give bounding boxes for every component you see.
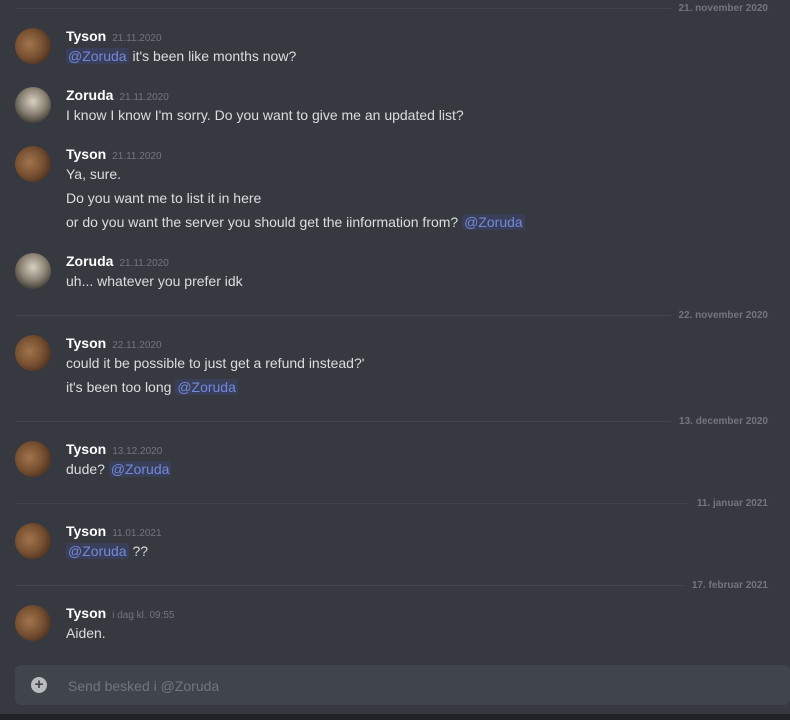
avatar[interactable] <box>15 146 51 182</box>
date-divider: 17. februar 2021 <box>16 579 774 592</box>
date-divider-label: 17. februar 2021 <box>683 579 772 592</box>
message-text: @Zoruda it's been like months now? <box>66 47 296 65</box>
message-timestamp: 21.11.2020 <box>112 151 162 162</box>
date-divider: 11. januar 2021 <box>16 497 774 510</box>
message-text-content: it's been like months now? <box>128 48 297 64</box>
user-mention[interactable]: @Zoruda <box>108 461 172 477</box>
author-name[interactable]: Zoruda <box>66 87 113 103</box>
date-divider-label: 11. januar 2021 <box>688 497 772 510</box>
message-text: it's been too long @Zoruda <box>66 378 238 396</box>
message-text: could it be possible to just get a refun… <box>66 354 364 372</box>
avatar[interactable] <box>15 335 51 371</box>
date-divider-label: 13. december 2020 <box>671 415 772 428</box>
message-text: I know I know I'm sorry. Do you want to … <box>66 106 464 124</box>
avatar[interactable] <box>15 253 51 289</box>
message-text-content: ?? <box>128 543 149 559</box>
message-text-content: I know I know I'm sorry. Do you want to … <box>66 107 464 123</box>
message-timestamp: 11.01.2021 <box>112 528 162 539</box>
message-text-content: it's been too long <box>66 379 176 395</box>
date-divider: 13. december 2020 <box>16 415 774 428</box>
plus-circle-icon[interactable]: + <box>31 677 47 693</box>
message-text-content: dude? <box>66 461 109 477</box>
message-timestamp: 21.11.2020 <box>119 258 169 269</box>
message-timestamp: 21.11.2020 <box>119 92 169 103</box>
message-text-content: Aiden. <box>66 625 106 641</box>
author-name[interactable]: Tyson <box>66 523 106 539</box>
message-text: @Zoruda ?? <box>66 542 148 560</box>
author-name[interactable]: Tyson <box>66 605 106 621</box>
avatar[interactable] <box>15 605 51 641</box>
date-divider-label: 22. november 2020 <box>670 309 772 322</box>
avatar[interactable] <box>15 441 51 477</box>
user-mention[interactable]: @Zoruda <box>66 543 129 559</box>
message-composer: + <box>15 665 790 707</box>
date-divider: 21. november 2020 <box>16 2 774 15</box>
author-name[interactable]: Tyson <box>66 28 106 44</box>
message-text-content: Ya, sure. <box>66 166 121 182</box>
message-header: Zoruda 21.11.2020 <box>66 87 169 105</box>
message-text: uh... whatever you prefer idk <box>66 272 243 290</box>
message-header: Zoruda 21.11.2020 <box>66 253 169 271</box>
message-text-content: could it be possible to just get a refun… <box>66 355 365 371</box>
message-header: Tyson 11.01.2021 <box>66 523 162 541</box>
author-name[interactable]: Zoruda <box>66 253 113 269</box>
message-text-content: uh... whatever you prefer idk <box>66 273 243 289</box>
message-header: Tyson 22.11.2020 <box>66 335 162 353</box>
author-name[interactable]: Tyson <box>66 441 106 457</box>
message-text-content: Do you want me to list it in here <box>66 190 262 206</box>
message-text: or do you want the server you should get… <box>66 213 525 231</box>
message-header: Tyson 21.11.2020 <box>66 146 162 164</box>
user-mention[interactable]: @Zoruda <box>462 214 525 230</box>
avatar[interactable] <box>15 523 51 559</box>
message-text: Do you want me to list it in here <box>66 189 261 207</box>
message-timestamp: 13.12.2020 <box>112 446 163 457</box>
message-timestamp: 22.11.2020 <box>112 340 162 351</box>
user-mention[interactable]: @Zoruda <box>66 48 129 64</box>
author-name[interactable]: Tyson <box>66 146 106 162</box>
user-mention[interactable]: @Zoruda <box>175 379 238 395</box>
message-timestamp: 21.11.2020 <box>112 33 162 44</box>
avatar[interactable] <box>15 87 51 123</box>
message-text: dude? @Zoruda <box>66 460 172 478</box>
date-divider: 22. november 2020 <box>16 309 774 322</box>
avatar[interactable] <box>15 28 51 64</box>
message-header: Tyson 21.11.2020 <box>66 28 162 46</box>
message-input[interactable] <box>66 665 770 707</box>
message-text: Aiden. <box>66 624 106 642</box>
bottom-bar <box>0 714 790 720</box>
message-text-content: or do you want the server you should get… <box>66 214 463 230</box>
message-timestamp: i dag kl. 09:55 <box>112 610 175 621</box>
date-divider-label: 21. november 2020 <box>670 2 772 15</box>
message-header: Tyson 13.12.2020 <box>66 441 162 459</box>
message-text: Ya, sure. <box>66 165 121 183</box>
author-name[interactable]: Tyson <box>66 335 106 351</box>
message-header: Tyson i dag kl. 09:55 <box>66 605 174 623</box>
message-list[interactable]: 21. november 2020 Tyson 21.11.2020 @Zorud… <box>0 0 790 660</box>
